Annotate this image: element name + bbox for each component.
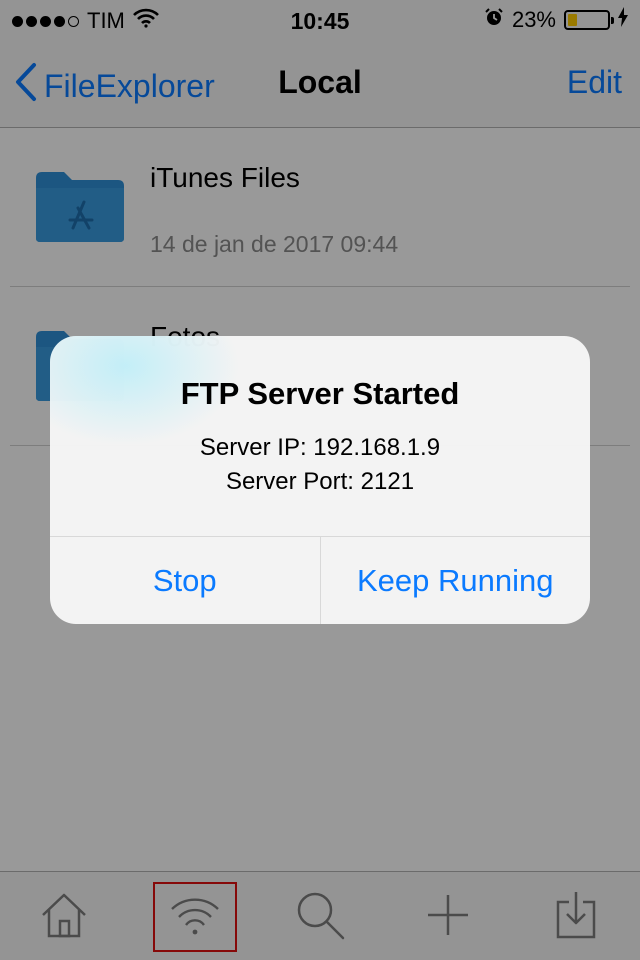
keep-running-button[interactable]: Keep Running (321, 537, 591, 624)
alert-title: FTP Server Started (180, 376, 460, 411)
ftp-alert-dialog: FTP Server Started Server IP: 192.168.1.… (50, 336, 590, 624)
stop-button[interactable]: Stop (50, 537, 321, 624)
alert-actions: Stop Keep Running (50, 536, 590, 624)
alert-message: Server IP: 192.168.1.9 Server Port: 2121 (50, 431, 590, 499)
server-ip-text: Server IP: 192.168.1.9 (199, 434, 441, 461)
server-port-text: Server Port: 2121 (225, 468, 415, 495)
